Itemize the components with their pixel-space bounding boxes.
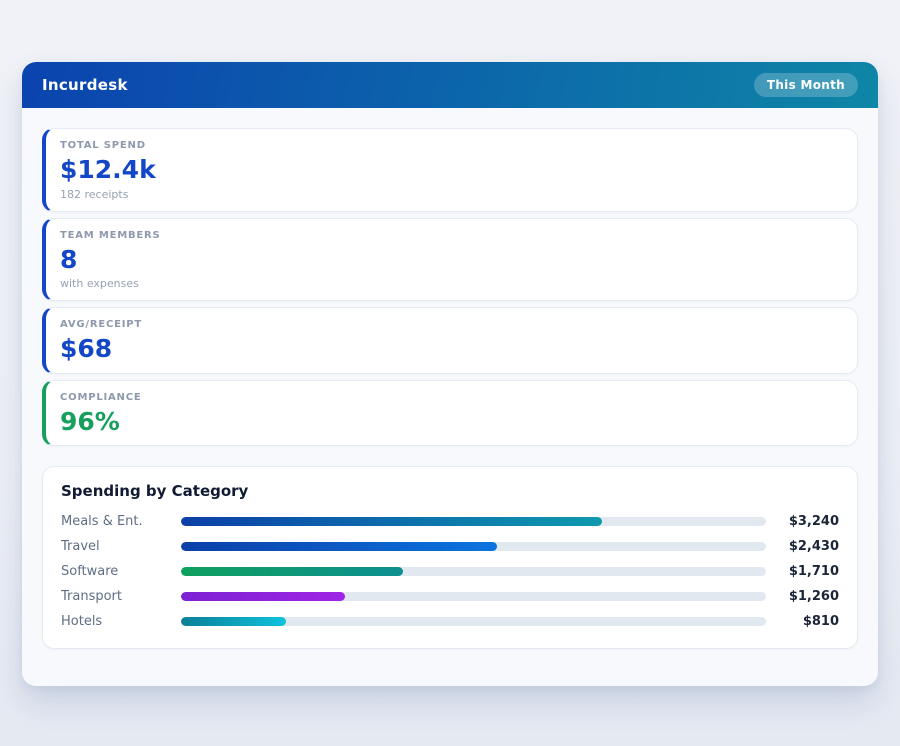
category-value: $3,240 xyxy=(766,514,839,529)
stat-label: COMPLIANCE xyxy=(60,392,841,403)
bar-track xyxy=(181,542,766,551)
category-value: $1,260 xyxy=(766,589,839,604)
chart-title: Spending by Category xyxy=(61,482,839,500)
bar-fill xyxy=(181,592,345,601)
category-label: Hotels xyxy=(61,614,181,629)
chart-row-software: Software $1,710 xyxy=(61,559,839,584)
stat-card-team-members: TEAM MEMBERS 8 with expenses xyxy=(42,218,858,302)
category-label: Travel xyxy=(61,539,181,554)
category-value: $810 xyxy=(766,614,839,629)
category-label: Transport xyxy=(61,589,181,604)
spending-by-category-chart: Spending by Category Meals & Ent. $3,240… xyxy=(42,466,858,649)
bar-fill xyxy=(181,567,403,576)
category-label: Software xyxy=(61,564,181,579)
bar-fill xyxy=(181,517,602,526)
chart-row-travel: Travel $2,430 xyxy=(61,534,839,559)
stat-value: 96% xyxy=(60,408,841,436)
stat-value: $68 xyxy=(60,335,841,363)
chart-row-transport: Transport $1,260 xyxy=(61,584,839,609)
stat-card-avg-receipt: AVG/RECEIPT $68 xyxy=(42,307,858,374)
stat-subtitle: with expenses xyxy=(60,277,841,290)
bar-track xyxy=(181,617,766,626)
category-value: $1,710 xyxy=(766,564,839,579)
stat-value: 8 xyxy=(60,246,841,274)
stat-label: TOTAL SPEND xyxy=(60,140,841,151)
period-badge[interactable]: This Month xyxy=(754,73,858,97)
stat-value: $12.4k xyxy=(60,156,841,184)
bar-track xyxy=(181,567,766,576)
bar-fill xyxy=(181,617,286,626)
app-title: Incurdesk xyxy=(42,76,128,94)
bar-fill xyxy=(181,542,497,551)
stat-subtitle: 182 receipts xyxy=(60,188,841,201)
stat-card-compliance: COMPLIANCE 96% xyxy=(42,380,858,447)
chart-row-meals: Meals & Ent. $3,240 xyxy=(61,509,839,534)
dashboard-body: TOTAL SPEND $12.4k 182 receipts TEAM MEM… xyxy=(22,108,878,669)
stat-label: AVG/RECEIPT xyxy=(60,319,841,330)
chart-row-hotels: Hotels $810 xyxy=(61,609,839,634)
stat-label: TEAM MEMBERS xyxy=(60,230,841,241)
category-label: Meals & Ent. xyxy=(61,514,181,529)
app-header: Incurdesk This Month xyxy=(22,62,878,108)
bar-track xyxy=(181,517,766,526)
bar-track xyxy=(181,592,766,601)
stat-card-total-spend: TOTAL SPEND $12.4k 182 receipts xyxy=(42,128,858,212)
category-value: $2,430 xyxy=(766,539,839,554)
dashboard-card: Incurdesk This Month TOTAL SPEND $12.4k … xyxy=(22,62,878,686)
